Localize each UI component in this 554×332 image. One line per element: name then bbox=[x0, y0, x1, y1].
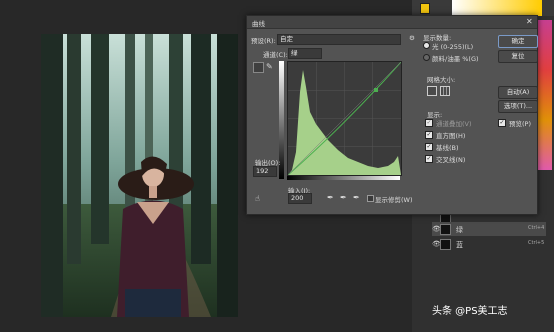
baseline-checkbox[interactable]: ✓ bbox=[425, 143, 433, 151]
show-clipping-label: 显示修剪(W) bbox=[375, 196, 413, 204]
intersection-line-label: 交叉线(N) bbox=[436, 156, 466, 164]
preview-label: 预览(P) bbox=[509, 120, 531, 128]
panel-header bbox=[412, 0, 554, 16]
preset-options-icon[interactable]: ⚙ bbox=[409, 34, 415, 42]
black-eyedropper-icon[interactable]: ✒ bbox=[327, 193, 334, 202]
output-field[interactable]: 192 bbox=[253, 166, 277, 177]
hand-tool-icon[interactable]: ☝ bbox=[255, 194, 260, 203]
options-button[interactable]: 选项(T)... bbox=[498, 100, 538, 113]
dialog-title: 曲线 bbox=[252, 20, 265, 28]
dialog-titlebar[interactable]: 曲线 ✕ bbox=[247, 16, 537, 29]
light-label: 光 (0-255)(L) bbox=[432, 43, 474, 51]
auto-button[interactable]: 自动(A) bbox=[498, 86, 538, 99]
close-icon[interactable]: ✕ bbox=[526, 17, 533, 26]
simple-grid-icon[interactable] bbox=[427, 86, 437, 96]
layer-shortcut: Ctrl+4 bbox=[528, 225, 545, 231]
channel-overlay-checkbox[interactable]: ✓ bbox=[425, 119, 433, 127]
curve-graph[interactable] bbox=[287, 61, 402, 176]
reset-button[interactable]: 复位 bbox=[498, 50, 538, 63]
layer-name: 绿 bbox=[456, 226, 463, 234]
pigment-label: 颜料/油墨 %(G) bbox=[432, 55, 479, 63]
watermark: 头条 @PS美工志 bbox=[432, 306, 508, 317]
layer-row-green[interactable]: 👁 绿 Ctrl+4 bbox=[432, 222, 546, 236]
channel-overlay-label: 通道叠加(V) bbox=[436, 120, 472, 128]
histogram-checkbox[interactable]: ✓ bbox=[425, 131, 433, 139]
preset-label: 预设(R): bbox=[251, 37, 276, 45]
layer-name: 蓝 bbox=[456, 241, 463, 249]
gray-eyedropper-icon[interactable]: ✒ bbox=[340, 193, 347, 202]
curve-point-tool-icon[interactable] bbox=[253, 62, 264, 73]
baseline-label: 基线(B) bbox=[436, 144, 459, 152]
ok-button[interactable]: 确定 bbox=[498, 35, 538, 48]
show-clipping-checkbox[interactable] bbox=[367, 195, 374, 202]
preview-checkbox[interactable]: ✓ bbox=[498, 119, 506, 127]
preset-select[interactable]: 自定 bbox=[277, 34, 401, 45]
curves-dialog: 曲线 ✕ 预设(R): 自定 ⚙ 通道(C): 绿 ✎ 输出(O): 192 输… bbox=[246, 15, 538, 215]
foreground-swatch[interactable] bbox=[420, 3, 430, 14]
hue-strip[interactable] bbox=[538, 20, 552, 170]
white-eyedropper-icon[interactable]: ✒ bbox=[353, 193, 360, 202]
histogram-label: 直方图(H) bbox=[436, 132, 466, 140]
channel-select[interactable]: 绿 bbox=[288, 48, 322, 59]
layer-thumbnail bbox=[440, 239, 451, 250]
forest-photo bbox=[41, 34, 238, 317]
channel-label: 通道(C): bbox=[263, 51, 288, 59]
pencil-icon[interactable]: ✎ bbox=[266, 62, 273, 71]
light-radio[interactable] bbox=[423, 42, 430, 49]
layer-row-blue[interactable]: 👁 蓝 Ctrl+5 bbox=[432, 237, 546, 251]
pigment-radio[interactable] bbox=[423, 54, 430, 61]
detailed-grid-icon[interactable] bbox=[440, 86, 450, 96]
layer-thumbnail bbox=[440, 224, 451, 235]
color-picker-field[interactable] bbox=[452, 0, 542, 16]
curve-point bbox=[374, 88, 378, 92]
grid-size-label: 网格大小: bbox=[427, 76, 456, 84]
input-field[interactable]: 200 bbox=[288, 193, 312, 204]
layer-shortcut: Ctrl+5 bbox=[528, 240, 545, 246]
intersection-line-checkbox[interactable]: ✓ bbox=[425, 155, 433, 163]
